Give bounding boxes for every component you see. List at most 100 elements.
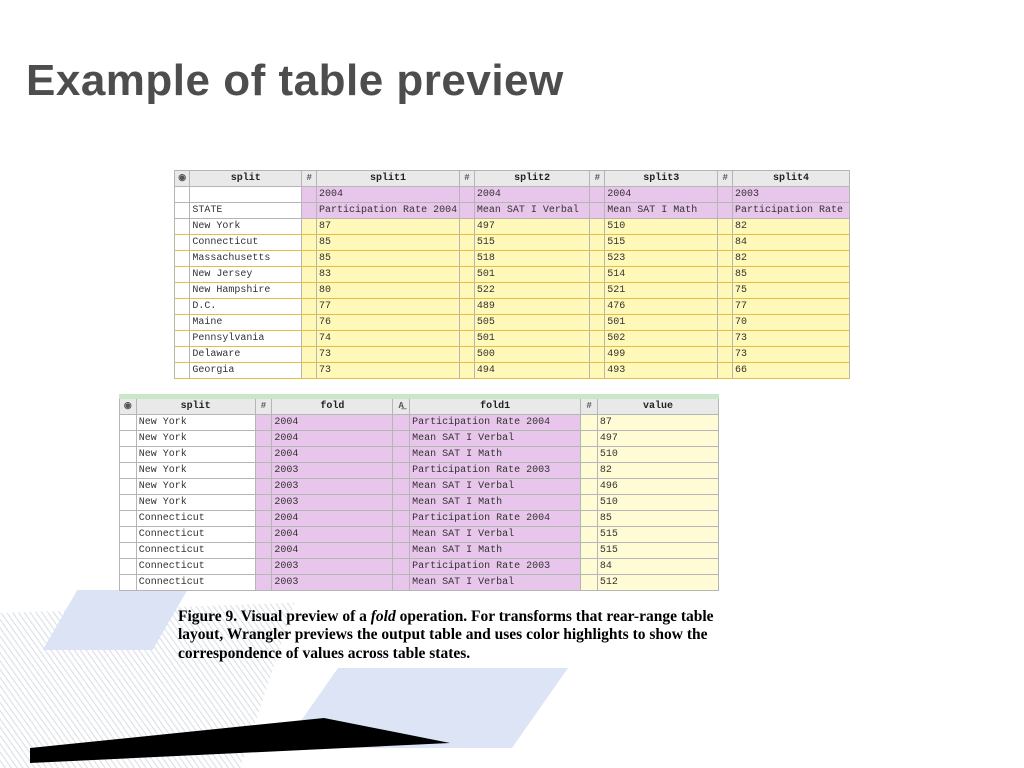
col-header-split1: split1: [317, 171, 460, 187]
type-number-icon: #: [718, 171, 733, 187]
type-number-icon: #: [255, 397, 272, 415]
cell-split: Connecticut: [136, 559, 255, 575]
cell-fold1: Mean SAT I Verbal: [410, 527, 581, 543]
slide-title: Example of table preview: [26, 56, 564, 106]
cell: 85: [317, 251, 460, 267]
cell: 476: [605, 299, 718, 315]
cell-value: 515: [597, 527, 718, 543]
cell: 75: [733, 283, 850, 299]
cell: 2003: [733, 187, 850, 203]
cell: 80: [317, 283, 460, 299]
cell: 521: [605, 283, 718, 299]
cell-split: Connecticut: [136, 575, 255, 591]
table-row: New York2004Participation Rate 200487: [120, 415, 719, 431]
cell-fold: 2003: [272, 575, 393, 591]
cell: 76: [317, 315, 460, 331]
cell: Mean SAT I Math: [605, 203, 718, 219]
cell-split: New York: [136, 479, 255, 495]
col-header-split: split: [136, 397, 255, 415]
cell-split: Pennsylvania: [190, 331, 302, 347]
cell-split: New Jersey: [190, 267, 302, 283]
table-row: New York2003Participation Rate 200382: [120, 463, 719, 479]
table-row: Connecticut2003Mean SAT I Verbal512: [120, 575, 719, 591]
table-row: Georgia7349449366: [175, 363, 850, 379]
figure-caption: Figure 9. Visual preview of a fold opera…: [178, 608, 760, 663]
cell: 489: [474, 299, 590, 315]
cell: 2004: [605, 187, 718, 203]
cell-split: New York: [190, 219, 302, 235]
cell: 85: [733, 267, 850, 283]
cell: 523: [605, 251, 718, 267]
cell-value: 510: [597, 447, 718, 463]
cell-fold: 2004: [272, 447, 393, 463]
cell-fold1: Mean SAT I Math: [410, 447, 581, 463]
cell: 82: [733, 219, 850, 235]
cell: 82: [733, 251, 850, 267]
table-row: New Hampshire8052252175: [175, 283, 850, 299]
cell-split: Connecticut: [136, 527, 255, 543]
cell-fold: 2003: [272, 559, 393, 575]
cell-split: D.C.: [190, 299, 302, 315]
cell: 83: [317, 267, 460, 283]
cell-fold: 2004: [272, 527, 393, 543]
cell-split: Connecticut: [136, 543, 255, 559]
cell-value: 84: [597, 559, 718, 575]
table-row: Connecticut2004Participation Rate 200485: [120, 511, 719, 527]
cell-fold: 2004: [272, 511, 393, 527]
caption-lead: Figure 9. Visual preview of a: [178, 608, 371, 625]
col-header-split2: split2: [474, 171, 590, 187]
cell: 501: [474, 331, 590, 347]
cell-fold1: Participation Rate 2003: [410, 559, 581, 575]
cell-fold: 2003: [272, 495, 393, 511]
type-number-icon: #: [590, 171, 605, 187]
table-row: Connecticut2004Mean SAT I Math515: [120, 543, 719, 559]
cell: 510: [605, 219, 718, 235]
cell-split: Georgia: [190, 363, 302, 379]
cell-fold: 2004: [272, 431, 393, 447]
cell-split: Maine: [190, 315, 302, 331]
table-row: Maine7650550170: [175, 315, 850, 331]
table-row: New Jersey8350151485: [175, 267, 850, 283]
cell: 77: [733, 299, 850, 315]
cell-split: New York: [136, 495, 255, 511]
cell-split: STATE: [190, 203, 302, 219]
cell-value: 85: [597, 511, 718, 527]
cell: Participation Rate 2004: [317, 203, 460, 219]
cell: Mean SAT I Verbal: [474, 203, 590, 219]
cell: Participation Rate: [733, 203, 850, 219]
cell-split: Connecticut: [190, 235, 302, 251]
row-toggle-icon: ◉: [175, 171, 190, 187]
cell-fold1: Mean SAT I Verbal: [410, 479, 581, 495]
cell: 497: [474, 219, 590, 235]
cell: 501: [605, 315, 718, 331]
col-header-split: split: [190, 171, 302, 187]
cell: 74: [317, 331, 460, 347]
cell: 493: [605, 363, 718, 379]
cell: 515: [474, 235, 590, 251]
table-row: Massachusetts8551852382: [175, 251, 850, 267]
col-header-value: value: [597, 397, 718, 415]
table-after-fold: ◉split#foldA͟fold1#valueNew York2004Part…: [119, 394, 719, 591]
cell: 501: [474, 267, 590, 283]
cell-split: New York: [136, 447, 255, 463]
cell-fold: 2003: [272, 463, 393, 479]
cell-fold1: Participation Rate 2003: [410, 463, 581, 479]
cell: 502: [605, 331, 718, 347]
type-text-icon: A͟: [393, 397, 410, 415]
cell-split: New York: [136, 463, 255, 479]
col-header-fold: fold: [272, 397, 393, 415]
table-row: New York2003Mean SAT I Math510: [120, 495, 719, 511]
cell-split: New York: [136, 431, 255, 447]
cell: 77: [317, 299, 460, 315]
caption-italic: fold: [371, 608, 396, 625]
cell-split: New York: [136, 415, 255, 431]
cell-split: New Hampshire: [190, 283, 302, 299]
row-toggle-icon: ◉: [120, 397, 137, 415]
cell: 70: [733, 315, 850, 331]
cell-value: 510: [597, 495, 718, 511]
type-number-icon: #: [302, 171, 317, 187]
cell-fold1: Mean SAT I Math: [410, 543, 581, 559]
cell: 87: [317, 219, 460, 235]
cell: 500: [474, 347, 590, 363]
table-row: 2004200420042003: [175, 187, 850, 203]
